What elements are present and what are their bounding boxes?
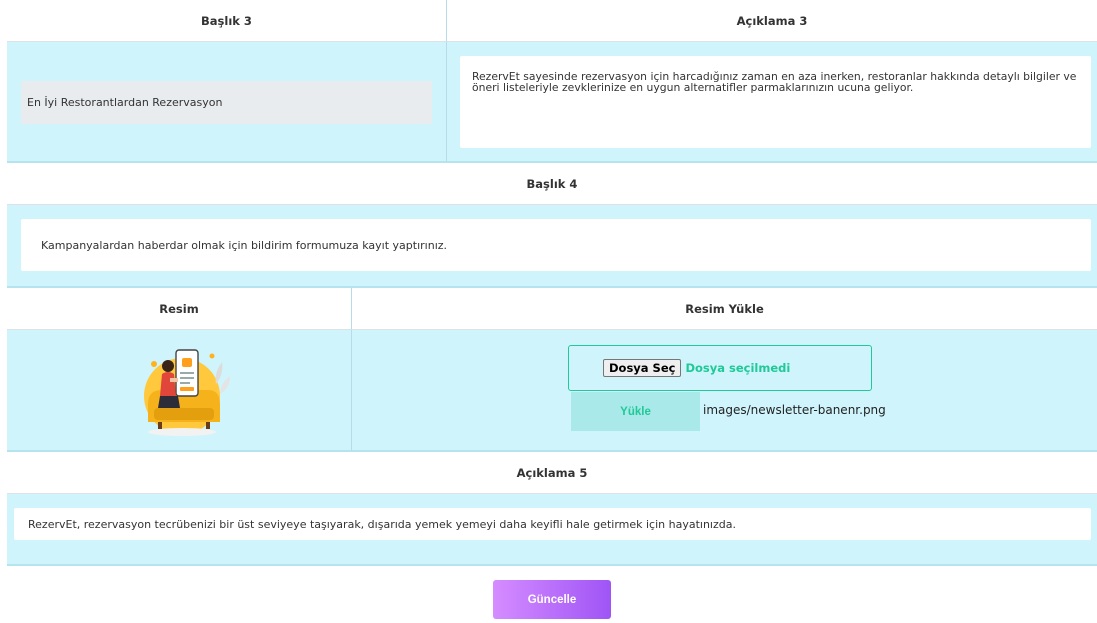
baslik3-cell: En İyi Restorantlardan Rezervasyon — [7, 42, 447, 161]
file-status-text: Dosya seçilmedi — [685, 361, 791, 375]
update-button[interactable]: Güncelle — [493, 580, 611, 619]
section3-header-row: Başlık 3 Açıklama 3 — [7, 0, 1097, 42]
image-body-row — [7, 330, 1097, 452]
aciklama3-cell: RezervEt sayesinde rezervasyon için harc… — [447, 42, 1097, 161]
edit-form-table: Başlık 3 Açıklama 3 En İyi Restorantlard… — [7, 0, 1097, 566]
upload-button[interactable]: Yükle — [571, 392, 700, 431]
section3-body-row: En İyi Restorantlardan Rezervasyon Rezer… — [7, 42, 1097, 163]
baslik4-input[interactable]: Kampanyalardan haberdar olmak için bildi… — [21, 219, 1091, 271]
baslik3-input[interactable]: En İyi Restorantlardan Rezervasyon — [21, 81, 432, 124]
aciklama5-input-value: RezervEt, rezervasyon tecrübenizi bir üs… — [28, 517, 736, 531]
choose-file-button[interactable]: Dosya Seç — [603, 359, 682, 377]
image-header-row: Resim Resim Yükle — [7, 288, 1097, 330]
aciklama3-textarea-value: RezervEt sayesinde rezervasyon için harc… — [472, 70, 1077, 94]
section4-body-row: Kampanyalardan haberdar olmak için bildi… — [7, 205, 1097, 288]
resim-yukle-header: Resim Yükle — [352, 288, 1097, 330]
baslik3-header: Başlık 3 — [7, 0, 447, 42]
newsletter-banner-image — [144, 349, 230, 436]
aciklama5-input[interactable]: RezervEt, rezervasyon tecrübenizi bir üs… — [14, 508, 1091, 540]
resim-header: Resim — [7, 288, 352, 330]
aciklama3-textarea[interactable]: RezervEt sayesinde rezervasyon için harc… — [460, 56, 1091, 148]
file-input[interactable]: Dosya Seç Dosya seçilmedi — [568, 345, 872, 391]
baslik4-header: Başlık 4 — [7, 163, 1097, 205]
resim-cell — [7, 330, 352, 450]
section5-body-row: RezervEt, rezervasyon tecrübenizi bir üs… — [7, 494, 1097, 566]
aciklama5-header: Açıklama 5 — [7, 452, 1097, 494]
aciklama3-header: Açıklama 3 — [447, 0, 1097, 42]
image-path-text: images/newsletter-banenr.png — [703, 403, 886, 417]
baslik3-input-value: En İyi Restorantlardan Rezervasyon — [27, 96, 223, 109]
baslik4-input-value: Kampanyalardan haberdar olmak için bildi… — [41, 238, 448, 252]
